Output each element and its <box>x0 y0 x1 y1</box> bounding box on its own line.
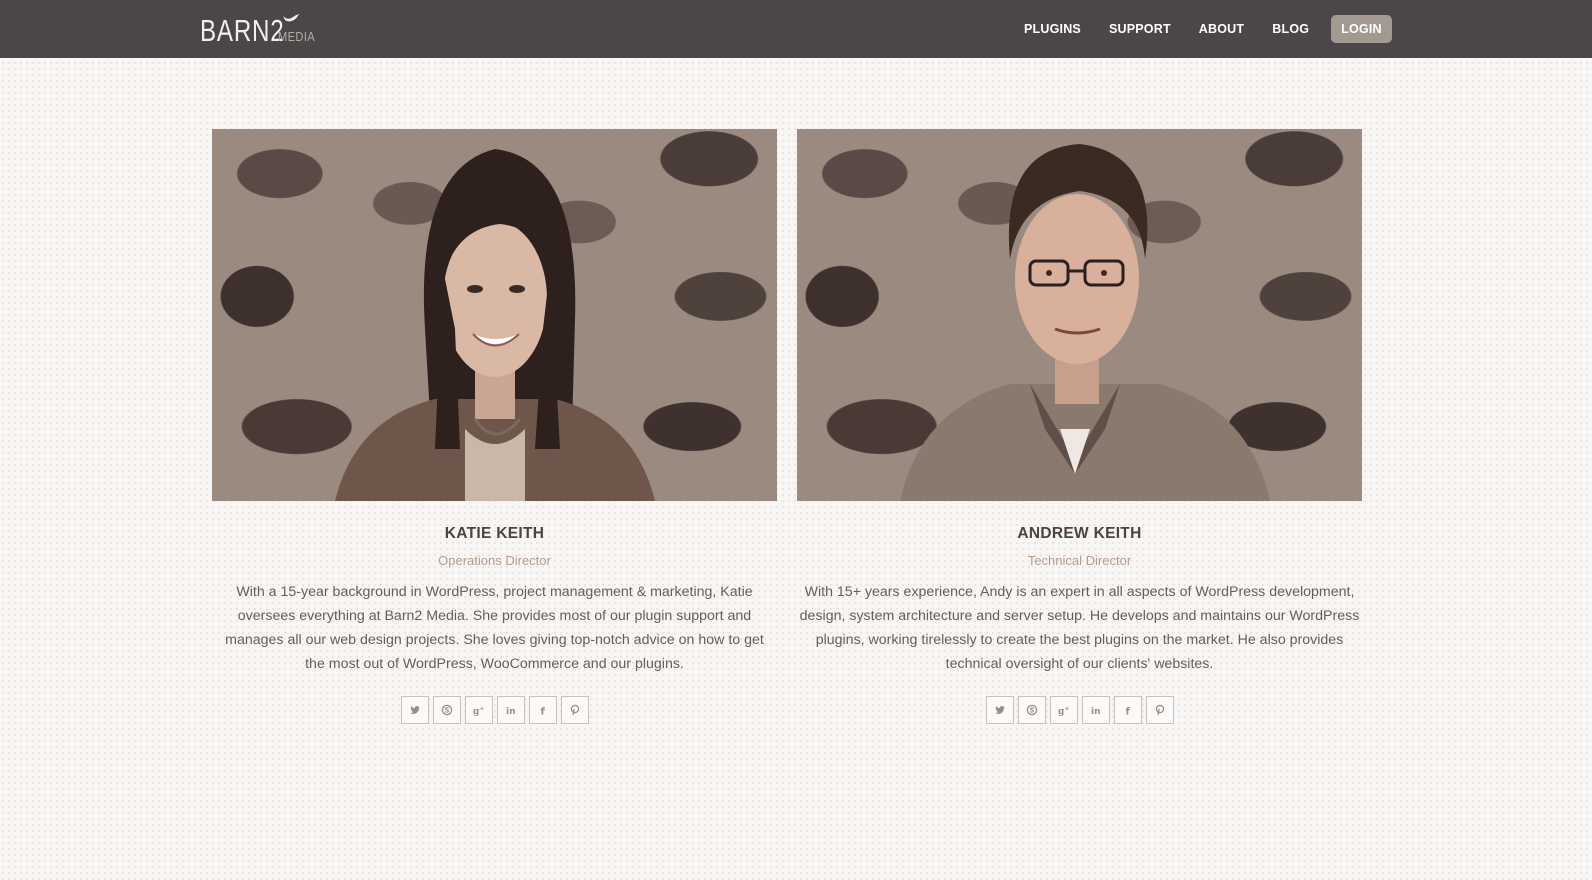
linkedin-icon[interactable]: in <box>496 696 525 724</box>
site-header: BARN2 MEDIA PLUGINS SUPPORT ABOUT BLOG L… <box>0 0 1592 58</box>
google-plus-icon[interactable]: g + <box>1049 696 1078 724</box>
login-button[interactable]: LOGIN <box>1331 15 1392 43</box>
member-role: Technical Director <box>1027 553 1132 568</box>
svg-text:+: + <box>1064 706 1069 713</box>
facebook-icon[interactable]: f <box>1113 696 1142 724</box>
svg-text:in: in <box>1091 707 1101 716</box>
svg-text:+: + <box>479 706 484 713</box>
nav-item-blog[interactable]: BLOG <box>1258 15 1323 43</box>
twitter-icon[interactable] <box>400 696 429 724</box>
nav-item-plugins[interactable]: PLUGINS <box>1010 15 1095 43</box>
barn2-logo[interactable]: BARN2 MEDIA <box>200 12 316 46</box>
linkedin-icon[interactable]: in <box>1081 696 1110 724</box>
member-bio: With 15+ years experience, Andy is an ex… <box>799 584 1360 672</box>
member-role: Operations Director <box>438 553 551 568</box>
andrew-photo <box>797 129 1362 501</box>
google-plus-icon[interactable]: g + <box>464 696 493 724</box>
katie-portrait <box>334 149 655 501</box>
nav-item-about[interactable]: ABOUT <box>1185 15 1258 43</box>
member-bio: With a 15-year background in WordPress, … <box>225 584 764 672</box>
twitter-icon[interactable] <box>985 696 1014 724</box>
social-links: g + in f <box>212 696 777 724</box>
pinterest-icon[interactable] <box>560 696 589 724</box>
skype-icon[interactable] <box>1017 696 1046 724</box>
logo-subtitle: MEDIA <box>278 29 316 44</box>
social-links: g + in f <box>797 696 1362 724</box>
andrew-portrait <box>899 144 1270 501</box>
svg-text:f: f <box>540 707 545 717</box>
member-name: KATIE KEITH <box>444 525 545 542</box>
pinterest-icon[interactable] <box>1145 696 1174 724</box>
svg-text:in: in <box>506 707 516 716</box>
team-card-katie: KATIE KEITH Operations Director With a 1… <box>212 129 777 724</box>
katie-photo <box>212 129 777 501</box>
main-nav: PLUGINS SUPPORT ABOUT BLOG LOGIN <box>1010 15 1392 43</box>
nav-item-support[interactable]: SUPPORT <box>1095 15 1185 43</box>
member-name: ANDREW KEITH <box>1017 525 1142 542</box>
logo-wordmark: BARN2 <box>200 13 285 48</box>
svg-text:f: f <box>1125 707 1130 717</box>
bird-icon <box>283 14 299 22</box>
skype-icon[interactable] <box>432 696 461 724</box>
facebook-icon[interactable]: f <box>528 696 557 724</box>
team-card-andrew: ANDREW KEITH Technical Director With 15+… <box>797 129 1362 724</box>
